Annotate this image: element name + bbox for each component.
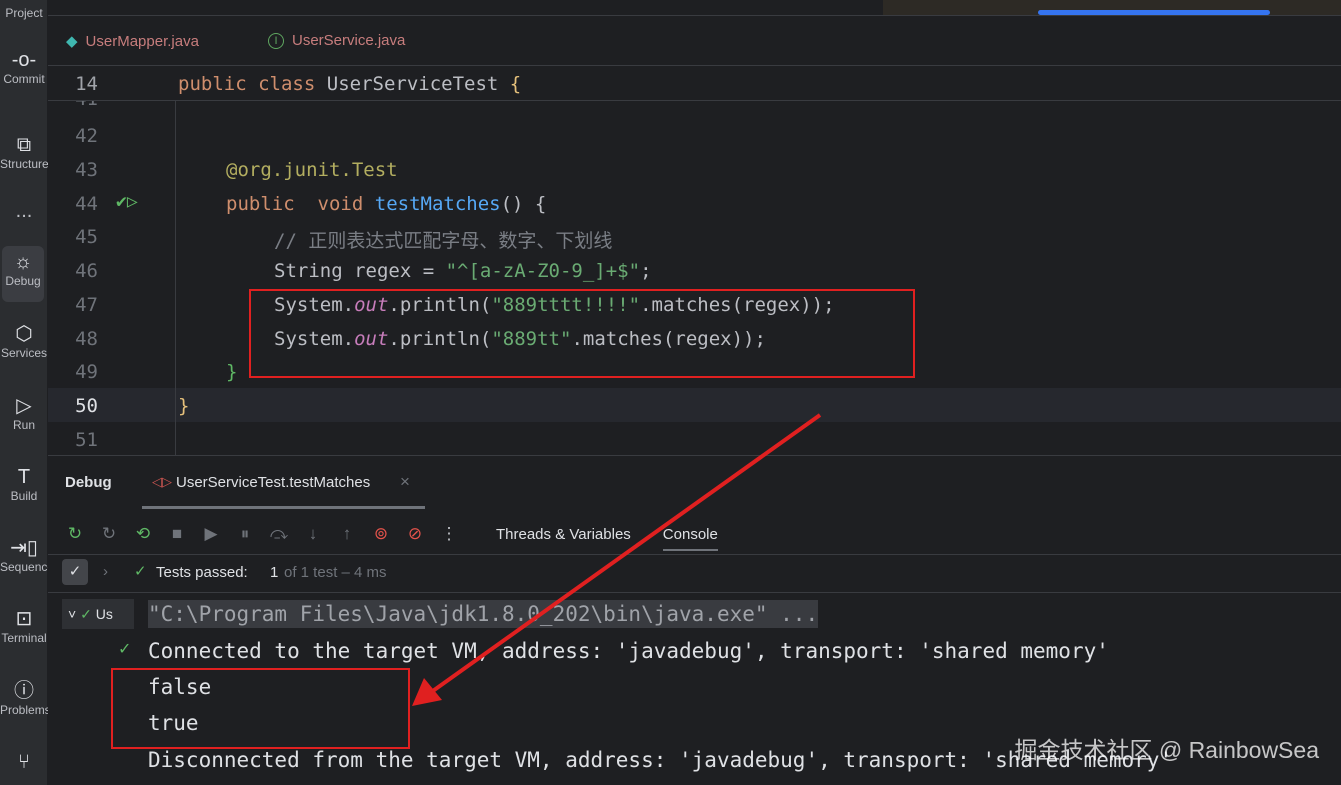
annotation-arrow bbox=[412, 413, 822, 706]
watermark: 掘金技术社区 @ RainbowSea bbox=[1014, 737, 1319, 763]
